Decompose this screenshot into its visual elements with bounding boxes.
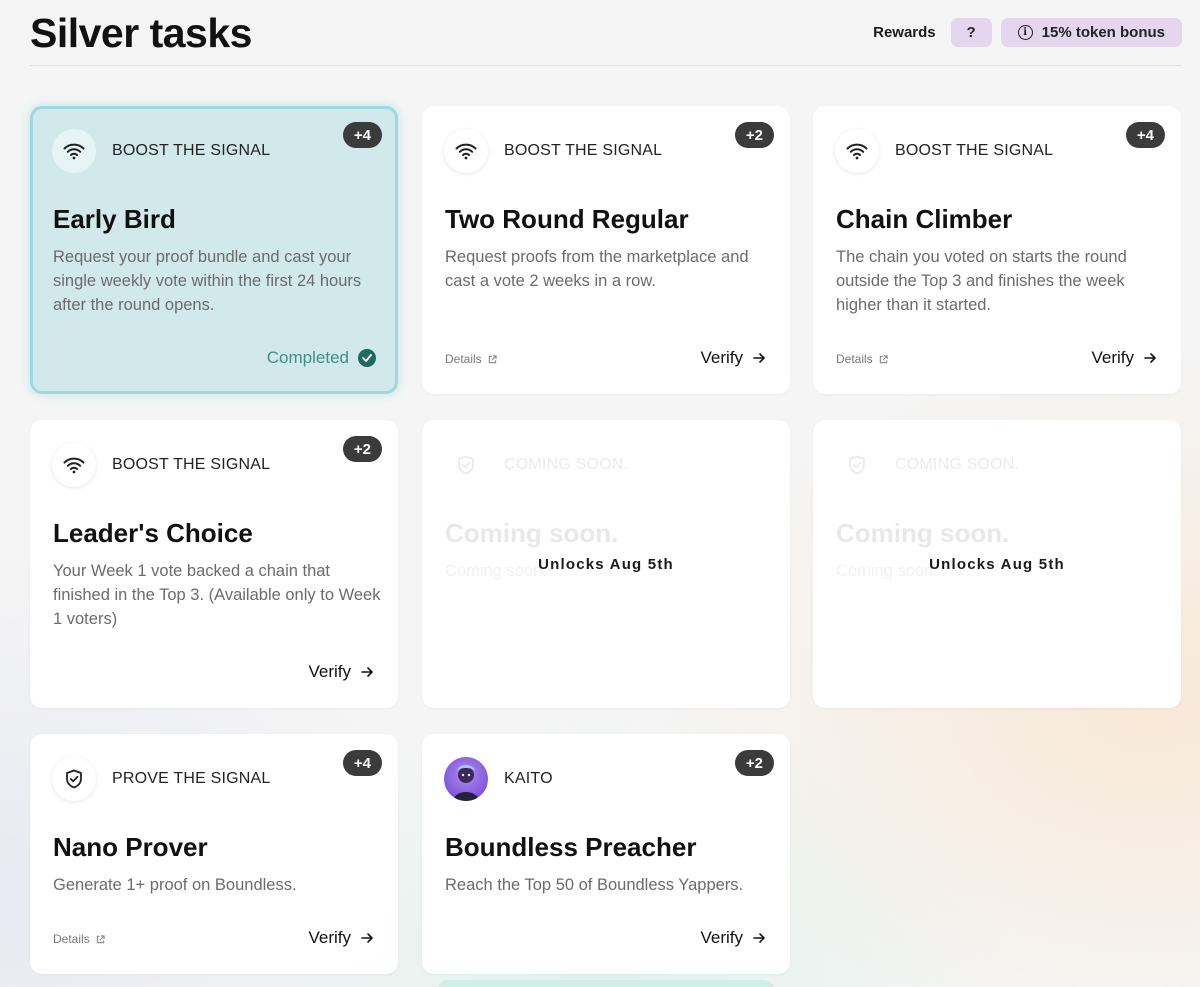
task-category: BOOST THE SIGNAL [112,456,271,473]
task-description: Reach the Top 50 of Boundless Yappers. [445,876,744,894]
task-category: BOOST THE SIGNAL [895,142,1054,159]
task-category: COMING SOON. [504,456,629,473]
arrow-right-icon [361,667,373,677]
task-category: PROVE THE SIGNAL [112,770,271,787]
points-badge: +4 [1125,122,1165,148]
task-category: BOOST THE SIGNAL [504,142,663,159]
details-label: Details [836,352,873,366]
points-badge: +2 [734,750,774,776]
points-badge: +2 [734,122,774,148]
task-description: Your Week 1 vote backed a chain that fin… [53,562,381,628]
verify-button[interactable]: Verify [308,928,374,948]
arrow-right-icon [1144,353,1156,363]
task-card-locked: COMING SOON. Coming soon. Coming soon. U… [813,420,1181,708]
token-bonus-button[interactable]: i 15% token bonus [1000,18,1182,47]
external-link-icon [96,934,105,943]
wifi-icon [52,443,96,487]
task-description: Request your proof bundle and cast your … [53,248,362,314]
unlock-date: Unlocks Aug 5th [538,556,674,573]
info-icon: i [1017,25,1033,40]
rewards-label: Rewards [873,24,936,41]
points-badge: +4 [342,750,382,776]
task-title: Boundless Preacher [445,832,697,862]
details-label: Details [53,932,90,946]
task-card-locked: COMING SOON. Coming soon. Coming soon. U… [422,420,790,708]
details-link[interactable]: Details [445,352,497,366]
page-header: Silver tasks Rewards ? i 15% token bonus [30,0,1182,66]
task-title: Nano Prover [53,832,208,862]
task-description: Generate 1+ proof on Boundless. [53,876,297,894]
task-title: Leader's Choice [53,518,253,548]
task-category: BOOST THE SIGNAL [112,142,271,159]
wifi-icon [52,129,96,173]
external-link-icon [488,354,497,363]
wifi-icon [835,129,879,173]
verify-label: Verify [308,662,351,681]
task-card-nano-prover[interactable]: PROVE THE SIGNAL +4 Nano Prover Generate… [30,734,398,974]
verify-label: Verify [308,928,351,947]
unlock-date: Unlocks Aug 5th [929,556,1065,573]
details-link[interactable]: Details [53,932,105,946]
verify-label: Verify [700,348,743,367]
wifi-icon [444,129,488,173]
shield-check-icon [52,757,96,801]
task-description: The chain you voted on starts the round … [836,248,1127,314]
details-link[interactable]: Details [836,352,888,366]
external-link-icon [879,354,888,363]
task-title: Two Round Regular [445,204,689,234]
token-bonus-label: 15% token bonus [1041,24,1165,41]
arrow-right-icon [361,933,373,943]
shield-icon [835,443,879,487]
task-description: Request proofs from the marketplace and … [445,248,749,290]
verify-button[interactable]: Verify [308,662,374,682]
task-title: Early Bird [53,204,176,234]
task-card-leaders-choice[interactable]: BOOST THE SIGNAL +2 Leader's Choice Your… [30,420,398,708]
task-card-chain-climber[interactable]: BOOST THE SIGNAL +4 Chain Climber The ch… [813,106,1181,394]
verify-label: Verify [1091,348,1134,367]
arrow-right-icon [753,933,765,943]
task-card-early-bird[interactable]: BOOST THE SIGNAL +4 Early Bird Request y… [30,106,398,394]
task-title: Chain Climber [836,204,1013,234]
kaito-avatar [444,757,488,801]
header-actions: Rewards ? i 15% token bonus [873,18,1182,47]
page-title: Silver tasks [30,10,252,56]
points-badge: +4 [342,122,382,148]
task-title: Coming soon. [836,518,1010,548]
task-title: Coming soon. [445,518,619,548]
arrow-right-icon [753,353,765,363]
completed-label: Completed [266,348,349,367]
verify-label: Verify [700,928,743,947]
verify-button[interactable]: Verify [1091,348,1157,368]
task-card-two-round-regular[interactable]: BOOST THE SIGNAL +2 Two Round Regular Re… [422,106,790,394]
verify-button[interactable]: Verify [700,348,766,368]
check-circle-icon [358,349,376,367]
completed-status: Completed [267,348,376,368]
details-label: Details [445,352,482,366]
task-card-boundless-preacher[interactable]: KAITO +2 Boundless Preacher Reach the To… [422,734,790,974]
task-category: KAITO [504,770,553,787]
task-category: COMING SOON. [895,456,1020,473]
verify-button[interactable]: Verify [700,928,766,948]
next-card-peek [438,980,774,987]
points-badge: +2 [342,436,382,462]
help-button[interactable]: ? [950,18,992,47]
shield-icon [444,443,488,487]
